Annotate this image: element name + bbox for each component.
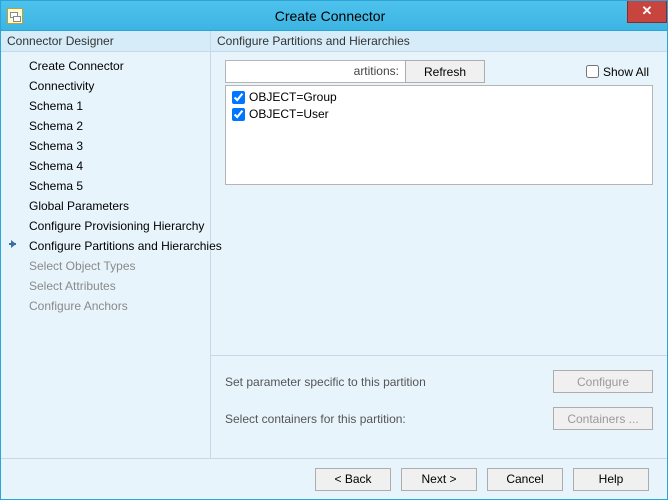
- nav-item-0[interactable]: Create Connector: [1, 56, 210, 76]
- wizard-footer: < Back Next > Cancel Help: [1, 459, 667, 499]
- nav-item-4[interactable]: Schema 3: [1, 136, 210, 156]
- nav-item-1[interactable]: Connectivity: [1, 76, 210, 96]
- partitions-toolbar: artitions: Refresh Show All: [225, 60, 653, 83]
- nav-item-12: Configure Anchors: [1, 296, 210, 316]
- nav-item-10: Select Object Types: [1, 256, 210, 276]
- nav-item-11: Select Attributes: [1, 276, 210, 296]
- refresh-button[interactable]: Refresh: [405, 60, 485, 83]
- nav-item-9[interactable]: Configure Partitions and Hierarchies: [1, 236, 210, 256]
- nav-item-5[interactable]: Schema 4: [1, 156, 210, 176]
- nav-item-7[interactable]: Global Parameters: [1, 196, 210, 216]
- partition-item[interactable]: OBJECT=User: [232, 106, 646, 123]
- close-button[interactable]: ✕: [627, 1, 667, 23]
- window-title: Create Connector: [23, 8, 667, 24]
- show-all-label: Show All: [603, 65, 649, 79]
- partition-checkbox[interactable]: [232, 108, 245, 121]
- param-text: Set parameter specific to this partition: [225, 375, 426, 389]
- nav-item-6[interactable]: Schema 5: [1, 176, 210, 196]
- cancel-button[interactable]: Cancel: [487, 468, 563, 491]
- show-all-input[interactable]: [586, 65, 599, 78]
- containers-button[interactable]: Containers ...: [553, 407, 653, 430]
- configure-button[interactable]: Configure: [553, 370, 653, 393]
- main-panel: Configure Partitions and Hierarchies art…: [211, 31, 667, 458]
- nav-item-8[interactable]: Configure Provisioning Hierarchy: [1, 216, 210, 236]
- titlebar: Create Connector ✕: [1, 1, 667, 31]
- show-all-checkbox[interactable]: Show All: [586, 65, 653, 79]
- sidebar-header: Connector Designer: [1, 31, 210, 52]
- partitions-label: artitions:: [225, 60, 405, 83]
- partition-label: OBJECT=User: [249, 106, 329, 123]
- sidebar: Connector Designer Create ConnectorConne…: [1, 31, 211, 458]
- partition-label: OBJECT=Group: [249, 89, 337, 106]
- partition-checkbox[interactable]: [232, 91, 245, 104]
- partition-list[interactable]: OBJECT=GroupOBJECT=User: [225, 85, 653, 185]
- nav-item-2[interactable]: Schema 1: [1, 96, 210, 116]
- back-button[interactable]: < Back: [315, 468, 391, 491]
- nav-item-3[interactable]: Schema 2: [1, 116, 210, 136]
- help-button[interactable]: Help: [573, 468, 649, 491]
- partition-item[interactable]: OBJECT=Group: [232, 89, 646, 106]
- main-header: Configure Partitions and Hierarchies: [211, 31, 667, 52]
- next-button[interactable]: Next >: [401, 468, 477, 491]
- containers-text: Select containers for this partition:: [225, 412, 406, 426]
- app-icon: [7, 8, 23, 24]
